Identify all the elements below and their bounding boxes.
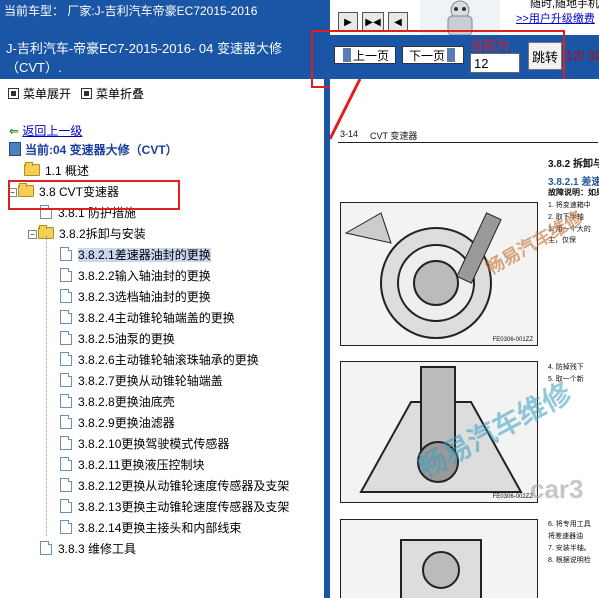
doc-fault: 故障说明：如果	[548, 188, 599, 197]
document-icon	[60, 247, 72, 261]
tree-item-3-8-2-9[interactable]: 3.8.2.9更换油滤器	[60, 414, 175, 432]
doc-step-b4: 8. 根据说明检	[548, 557, 591, 564]
document-icon	[60, 268, 72, 282]
tree-item-3-8-3[interactable]: 3.8.3 维修工具	[40, 540, 136, 558]
document-icon	[60, 310, 72, 324]
document-icon	[60, 373, 72, 387]
left-panel-title: J-吉利汽车-帝豪EC7-2015-2016- 04 变速器大修（CVT）.	[0, 35, 330, 79]
tree-item-3-8-2-12[interactable]: 3.8.2.12更换从动锥轮速度传感器及支架	[60, 477, 289, 495]
document-icon	[60, 415, 72, 429]
doc-fig1-step: 4. 防掉残下	[548, 364, 584, 371]
tree-item-3-8-2-8[interactable]: 3.8.2.8更换油底壳	[60, 393, 175, 411]
nav-last-button[interactable]: ◀	[388, 12, 408, 32]
tree-item-3-8-2-6[interactable]: 3.8.2.6主动锥轮轴滚珠轴承的更换	[60, 351, 259, 369]
manual-title: J-吉利汽车-帝豪EC7-2015-2016- 04 变速器大修（CVT）.	[6, 41, 282, 75]
current-model-text: 当前车型： 厂家:J-吉利汽车帝豪EC72015-2016	[4, 4, 258, 18]
menu-collapse-button[interactable]: 菜单折叠	[81, 87, 144, 101]
tree-item-3-8-2-3[interactable]: 3.8.2.3选档轴油封的更换	[60, 288, 211, 306]
tree-item-3-8-2-13[interactable]: 3.8.2.13更换主动锥轮速度传感器及支架	[60, 498, 289, 516]
document-icon	[60, 331, 72, 345]
tree-item-3-8-2-2[interactable]: 3.8.2.2输入轴油封的更换	[60, 267, 211, 285]
nav-middle-button[interactable]: ▶◀	[362, 12, 384, 32]
folder-icon	[24, 162, 40, 176]
upgrade-link[interactable]: >>用户升级缴费	[516, 10, 595, 26]
expand-icon	[8, 88, 19, 99]
doc-step-b1: 6. 将专用工具	[548, 521, 591, 528]
doc-heading-2: 3.8.2.1 差速	[548, 177, 599, 188]
document-icon	[60, 478, 72, 492]
tree-item-3-8-2-5[interactable]: 3.8.2.5油泵的更换	[60, 330, 175, 348]
highlight-annotation-box	[8, 180, 180, 210]
figure-tool	[340, 519, 538, 598]
page-count: 12/ 32	[566, 48, 599, 63]
doc-step-b2: 将差速器油	[548, 533, 583, 540]
collapse-icon	[81, 88, 93, 99]
tree-guide-line	[46, 236, 47, 536]
tree-item-3-8-2-1[interactable]: 3.8.2.1差速器油封的更换	[60, 246, 211, 264]
current-model-bar: 当前车型： 厂家:J-吉利汽车帝豪EC72015-2016	[0, 0, 330, 35]
back-link[interactable]: ⇐ 返回上一级	[9, 122, 82, 140]
collapse-toggle-icon[interactable]: −	[28, 230, 37, 239]
tree-item-3-8-2-10[interactable]: 3.8.2.10更换驾驶模式传感器	[60, 435, 229, 453]
doc-step-b3: 7. 安装半轴。	[548, 545, 591, 552]
document-icon	[60, 352, 72, 366]
document-icon	[60, 520, 72, 534]
menu-toggle-row: 菜单展开 菜单折叠	[8, 85, 144, 102]
doc-page-number: 3-14	[340, 129, 359, 139]
nav-first-button[interactable]: ▶	[338, 12, 358, 32]
doc-heading-1: 3.8.2 拆卸与	[548, 159, 599, 170]
document-icon	[60, 289, 72, 303]
figure-seal-removal: FE0306-001ZZ	[340, 202, 538, 346]
document-icon	[60, 457, 72, 471]
document-icon	[40, 541, 52, 555]
tree-item-3-8-2-4[interactable]: 3.8.2.4主动锥轮轴端盖的更换	[60, 309, 235, 327]
tree-item-3-8-2-11[interactable]: 3.8.2.11更换液压控制块	[60, 456, 204, 474]
watermark-site: car3	[530, 474, 584, 504]
menu-expand-button[interactable]: 菜单展开	[8, 87, 71, 101]
figure-1-code: FE0306-001ZZ	[492, 337, 533, 343]
figure-2-code: FE0306-002ZZ	[492, 494, 533, 500]
doc-section-title: CVT 变速器	[370, 131, 418, 141]
tree-item-3-8-2-14[interactable]: 3.8.2.14更换主接头和内部线束	[60, 519, 241, 537]
doc-rule	[338, 142, 598, 143]
tree-root[interactable]: 当前:04 变速器大修（CVT）	[9, 141, 178, 159]
document-icon	[60, 436, 72, 450]
back-arrow-icon: ⇐	[9, 124, 20, 138]
tree-item-1-1[interactable]: 1.1 概述	[10, 162, 89, 180]
document-icon	[60, 394, 72, 408]
tree-item-3-8-2-7[interactable]: 3.8.2.7更换从动锥轮轴端盖	[60, 372, 223, 390]
book-icon	[9, 142, 21, 156]
document-icon	[60, 499, 72, 513]
document-view[interactable]: 3-14 CVT 变速器 3.8.2 拆卸与 3.8.2.1 差速 故障说明：如…	[330, 79, 599, 598]
